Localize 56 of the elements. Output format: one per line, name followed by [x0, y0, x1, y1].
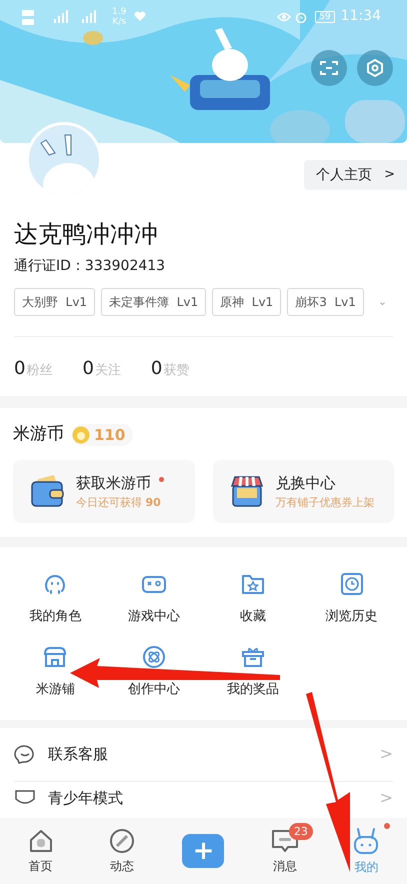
feature-button[interactable]: 浏览历史 [302, 570, 401, 626]
card-subtitle: 今日还可获得 90 [76, 496, 162, 508]
menu-row[interactable]: 青少年模式 > [14, 782, 393, 814]
section-title: 米游币 [13, 423, 64, 446]
coin-card[interactable]: 兑换中心 万有铺子优惠券上架 [212, 460, 394, 522]
stat-label: 获赞 [163, 362, 190, 380]
settings-icon [366, 59, 384, 77]
stat-count: 0 [14, 357, 26, 381]
feature-button[interactable]: 我的角色 [6, 570, 105, 626]
heart-icon [134, 11, 146, 22]
battery-level: 59 [315, 10, 335, 22]
clock-time: 11:34 [340, 7, 381, 26]
scan-icon [320, 60, 338, 76]
nav-tab[interactable]: 首页 [28, 828, 54, 874]
feature-button[interactable]: 米游铺 [6, 644, 105, 700]
stat-count: 0 [82, 357, 94, 381]
eye-icon [277, 12, 292, 22]
game-tag[interactable]: 大别野 Lv1 [14, 288, 96, 316]
coin-card[interactable]: 获取米游币 今日还可获得 90 [13, 460, 194, 522]
game-tag[interactable]: 未定事件簿 Lv1 [101, 288, 206, 316]
speed-unit: K/s [112, 16, 126, 26]
store-icon [42, 644, 68, 670]
feature-button[interactable]: 游戏中心 [104, 570, 204, 626]
network-speed: 1.9 [112, 6, 126, 16]
nav-tab[interactable]: 动态 [109, 828, 136, 874]
coin-balance: 110 [94, 424, 126, 446]
stat-count: 0 [150, 357, 162, 381]
shop-icon [230, 474, 264, 508]
nav-tab[interactable]: 23 消息 [256, 822, 313, 874]
chevron-icon: > [380, 786, 393, 810]
atom-icon [141, 644, 168, 670]
feature-button[interactable]: 我的奖品 [204, 644, 302, 700]
home-icon [28, 828, 54, 854]
game-tag[interactable]: 崩坏3 Lv1 [287, 288, 364, 316]
wallet-icon [30, 474, 64, 508]
menu-label: 联系客服 [48, 744, 109, 765]
bunny-icon [352, 826, 380, 854]
feature-button[interactable]: 收藏 [204, 570, 302, 626]
clock-icon [338, 570, 365, 596]
menu-label: 青少年模式 [48, 788, 124, 809]
user-name: 达克鸭冲冲冲 [14, 219, 159, 250]
chat-bubble-icon [14, 743, 36, 765]
card-title: 获取米游币 [76, 474, 151, 492]
card-subtitle: 万有铺子优惠券上架 [276, 496, 374, 508]
chevron-icon: > [380, 742, 393, 766]
compass-icon [109, 828, 136, 854]
profile-page-button[interactable]: 个人主页 > [304, 160, 407, 190]
alarm-icon [295, 10, 308, 22]
stat-label: 关注 [94, 362, 121, 380]
game-tag[interactable]: 原神 Lv1 [212, 288, 282, 316]
card-title: 兑换中心 [276, 474, 336, 492]
feature-button[interactable]: 创作中心 [104, 644, 204, 700]
stat-label: 粉丝 [26, 362, 52, 380]
pass-id: 通行证ID：333902413 [14, 257, 166, 276]
coin-icon [72, 426, 90, 444]
unread-badge: 23 [288, 822, 313, 840]
